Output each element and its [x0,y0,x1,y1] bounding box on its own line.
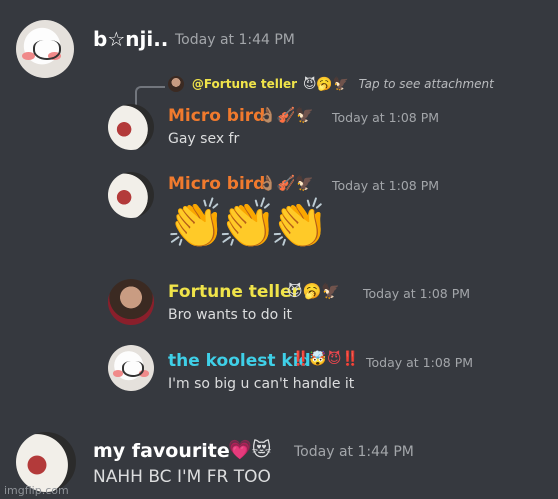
avatar[interactable] [108,104,154,150]
author-emojis: 💗😻 [228,439,272,461]
reply-emojis: 😈🥱🦅 [302,76,349,92]
author-emojis: 👌🏽🎻🦅 [258,174,315,192]
message-text: Bro wants to do it [168,307,292,323]
author-name[interactable]: Micro bird [168,106,265,126]
author-name[interactable]: Fortune teller [168,282,300,302]
message-text: NAHH BC I'M FR TOO [93,467,271,487]
author-name[interactable]: my favourite [93,440,230,462]
author-emojis: 👌🏽🎻🦅 [258,106,315,124]
author-name[interactable]: the koolest kid [168,351,311,371]
author-emojis: ‼️🤯😈‼️ [292,351,359,367]
avatar[interactable] [16,432,76,492]
author-emojis: 😈🥱🦅 [287,282,340,300]
attachment-link[interactable]: Tap to see attachment [359,77,494,91]
timestamp: Today at 1:08 PM [366,355,474,370]
timestamp: Today at 1:08 PM [332,178,440,193]
reply-reference[interactable]: @Fortune teller 😈🥱🦅 Tap to see attachmen… [168,76,494,92]
timestamp: Today at 1:44 PM [175,32,295,48]
message-text: I'm so big u can't handle it [168,376,355,392]
reply-connector [135,86,165,106]
timestamp: Today at 1:08 PM [332,110,440,125]
reply-author[interactable]: @Fortune teller [192,77,297,91]
reply-avatar [168,76,184,92]
avatar[interactable] [108,279,154,325]
message-text: Gay sex fr [168,131,240,147]
timestamp: Today at 1:08 PM [363,286,471,301]
timestamp: Today at 1:44 PM [294,444,414,460]
avatar[interactable] [16,20,74,78]
author-name[interactable]: Micro bird [168,174,265,194]
author-name[interactable]: b☆nji.. [93,27,168,51]
clap-emojis: 👏👏👏 [166,196,329,252]
watermark: imgflip.com [4,484,69,497]
avatar[interactable] [108,172,154,218]
avatar[interactable] [108,345,154,391]
